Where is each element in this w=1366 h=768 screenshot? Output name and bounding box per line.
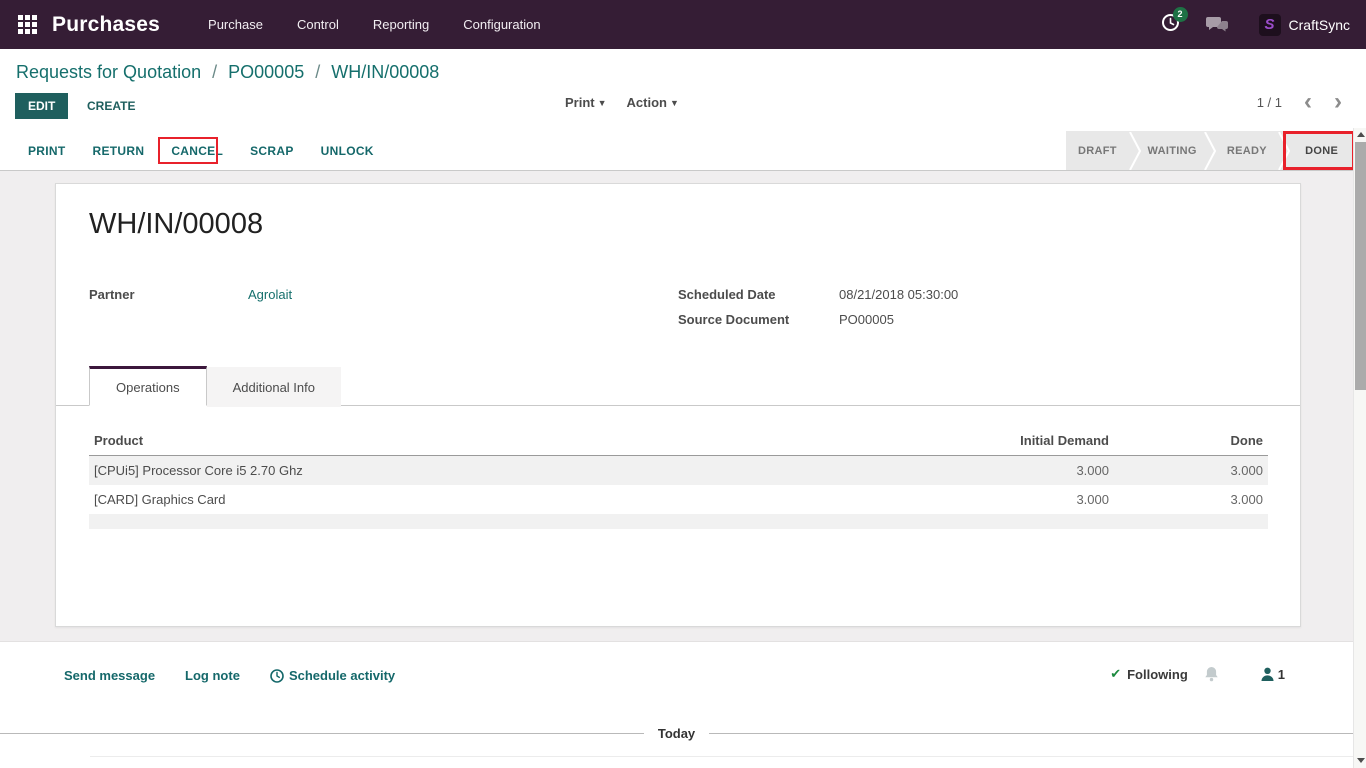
pager-next-icon[interactable]: › (1334, 93, 1342, 111)
action-dropdown[interactable]: Action▼ (627, 95, 679, 110)
breadcrumb-current[interactable]: WH/IN/00008 (331, 62, 439, 82)
scroll-down-icon[interactable] (1354, 754, 1366, 766)
chevron-down-icon: ▼ (598, 98, 607, 108)
stage-ready[interactable]: READY (1216, 131, 1279, 170)
pager-previous-icon[interactable]: ‹ (1304, 93, 1312, 111)
apps-grid-icon[interactable] (18, 15, 37, 34)
breadcrumb-separator: / (309, 62, 326, 82)
chatter: Send message Log note Schedule activity … (0, 641, 1353, 768)
tab-operations[interactable]: Operations (89, 366, 207, 406)
column-header-product[interactable]: Product (89, 427, 984, 456)
breadcrumb: Requests for Quotation / PO00005 / WH/IN… (16, 62, 439, 83)
product-cell[interactable]: [CARD] Graphics Card (89, 485, 984, 514)
stage-pipeline: DRAFT WAITING READY DONE (1066, 131, 1353, 170)
user-menu[interactable]: CraftSync (1289, 17, 1350, 33)
user-avatar[interactable]: S (1259, 14, 1281, 36)
partner-label: Partner (89, 287, 135, 302)
top-nav-bar: Purchases Purchase Control Reporting Con… (0, 0, 1366, 49)
stage-draft[interactable]: DRAFT (1066, 131, 1129, 170)
today-label: Today (644, 726, 709, 741)
form-statusbar: PRINT RETURN CANCEL SCRAP UNLOCK DRAFT W… (0, 131, 1353, 171)
table-row-empty (89, 514, 1268, 529)
document-title: WH/IN/00008 (89, 208, 263, 241)
scheduled-date-label: Scheduled Date (678, 287, 776, 302)
pager-count: 1 / 1 (1257, 95, 1282, 110)
column-header-done[interactable]: Done (1114, 427, 1268, 456)
stage-waiting[interactable]: WAITING (1141, 131, 1204, 170)
user-icon (1261, 667, 1274, 681)
table-header-row: Product Initial Demand Done (89, 427, 1268, 456)
source-document-value: PO00005 (839, 312, 894, 327)
bell-icon[interactable] (1204, 666, 1219, 682)
operations-table: Product Initial Demand Done [CPUi5] Proc… (89, 427, 1268, 529)
scheduled-date-value: 08/21/2018 05:30:00 (839, 287, 958, 302)
schedule-activity-button[interactable]: Schedule activity (270, 668, 395, 683)
following-check-icon: ✔ (1110, 666, 1121, 682)
activity-count-badge: 2 (1173, 7, 1188, 22)
initial-demand-cell[interactable]: 3.000 (984, 456, 1114, 486)
print-dropdown[interactable]: Print▼ (565, 95, 607, 110)
pager: 1 / 1 ‹ › (1257, 93, 1342, 111)
stage-chevron-icon (1278, 131, 1290, 170)
today-divider: Today (0, 726, 1353, 741)
following-button[interactable]: Following (1127, 667, 1188, 682)
stage-chevron-icon (1204, 131, 1216, 170)
nav-item-control[interactable]: Control (297, 17, 339, 32)
log-note-button[interactable]: Log note (185, 668, 240, 683)
table-row[interactable]: [CPUi5] Processor Core i5 2.70 Ghz 3.000… (89, 456, 1268, 486)
breadcrumb-po00005[interactable]: PO00005 (228, 62, 304, 82)
nav-item-reporting[interactable]: Reporting (373, 17, 429, 32)
chevron-down-icon: ▼ (670, 98, 679, 108)
nav-item-purchase[interactable]: Purchase (208, 17, 263, 32)
done-cell[interactable]: 3.000 (1114, 485, 1268, 514)
form-view: WH/IN/00008 Partner Agrolait Scheduled D… (0, 171, 1353, 768)
stage-chevron-icon (1129, 131, 1141, 170)
send-message-button[interactable]: Send message (64, 668, 155, 683)
nav-item-configuration[interactable]: Configuration (463, 17, 540, 32)
vertical-scrollbar[interactable] (1353, 128, 1366, 768)
stage-done[interactable]: DONE (1290, 131, 1353, 170)
unlock-button[interactable]: UNLOCK (321, 144, 374, 158)
edit-button[interactable]: EDIT (15, 93, 68, 119)
table-row[interactable]: [CARD] Graphics Card 3.000 3.000 (89, 485, 1268, 514)
followers-count: 1 (1278, 667, 1285, 682)
control-panel: Requests for Quotation / PO00005 / WH/IN… (0, 49, 1366, 131)
partner-value[interactable]: Agrolait (248, 287, 292, 302)
tab-additional-info[interactable]: Additional Info (207, 367, 341, 407)
scrap-button[interactable]: SCRAP (250, 144, 294, 158)
breadcrumb-separator: / (206, 62, 223, 82)
initial-demand-cell[interactable]: 3.000 (984, 485, 1114, 514)
notebook-tabs: Operations Additional Info (56, 366, 1300, 406)
scroll-up-icon[interactable] (1354, 128, 1366, 140)
message-divider (90, 756, 1353, 757)
scrollbar-thumb[interactable] (1355, 142, 1366, 390)
source-document-label: Source Document (678, 312, 789, 327)
breadcrumb-requests-for-quotation[interactable]: Requests for Quotation (16, 62, 201, 82)
followers-button[interactable]: 1 (1261, 667, 1285, 682)
product-cell[interactable]: [CPUi5] Processor Core i5 2.70 Ghz (89, 456, 984, 486)
form-sheet: WH/IN/00008 Partner Agrolait Scheduled D… (55, 183, 1301, 627)
messages-icon[interactable] (1206, 16, 1229, 34)
create-button[interactable]: CREATE (81, 93, 141, 119)
clock-icon (270, 669, 284, 683)
column-header-initial-demand[interactable]: Initial Demand (984, 427, 1114, 456)
app-title[interactable]: Purchases (52, 13, 160, 37)
cancel-button[interactable]: CANCEL (171, 144, 223, 158)
print-button[interactable]: PRINT (28, 144, 66, 158)
done-cell[interactable]: 3.000 (1114, 456, 1268, 486)
nav-menu: Purchase Control Reporting Configuration (208, 17, 541, 32)
return-button[interactable]: RETURN (93, 144, 145, 158)
activity-clock-icon[interactable]: 2 (1161, 13, 1180, 37)
